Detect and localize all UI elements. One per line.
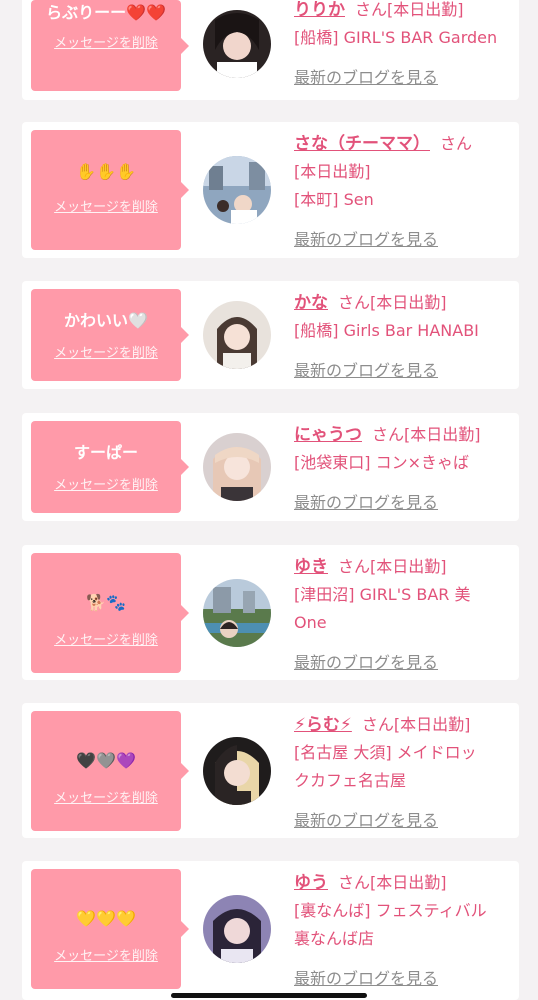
favorite-card: らぶりーー❤️❤️ メッセージを削除 りりか さん[本日出勤] [船橋] GIRL… (22, 0, 519, 100)
message-bubble: すーぱー メッセージを削除 (31, 421, 189, 513)
status-text: [本日出勤] (294, 162, 371, 181)
favorite-card: 💛💛💛 メッセージを削除 ゆう さん[本日出勤] [裏なんば] フェスティバル 裏… (22, 861, 519, 1000)
cast-name-link[interactable]: かな (294, 293, 328, 313)
cast-info: ゆう さん[本日出勤] [裏なんば] フェスティバル 裏なんば店 (294, 869, 516, 953)
cast-info: りりか さん[本日出勤] [船橋] GIRL'S BAR Garden (294, 0, 516, 52)
message-text: すーぱー (73, 443, 138, 462)
shop-text: [船橋] Girls Bar HANABI (294, 321, 479, 340)
latest-blog-link[interactable]: 最新のブログを見る (294, 226, 438, 250)
message-bubble: かわいい🤍 メッセージを削除 (31, 289, 189, 381)
message-text: 🐕🐾 (86, 593, 126, 612)
cast-name-link[interactable]: さな（チーママ） (294, 134, 430, 154)
message-bubble: 🖤🩶💜 メッセージを削除 (31, 711, 189, 831)
home-indicator[interactable] (171, 993, 367, 998)
message-bubble: ✋✋✋ メッセージを削除 (31, 130, 189, 250)
message-text: らぶりーー❤️❤️ (46, 3, 166, 22)
cast-info: にゃうつ さん[本日出勤] [池袋東口] コン×きゃば (294, 421, 516, 477)
cast-name-link[interactable]: にゃうつ (294, 425, 362, 445)
shop-text-cont: 裏なんば店 (294, 929, 375, 948)
message-text: 💛💛💛 (76, 909, 136, 928)
san-suffix: さん (338, 873, 371, 892)
latest-blog-link[interactable]: 最新のブログを見る (294, 489, 438, 513)
san-suffix: さん (361, 715, 394, 734)
delete-message-link[interactable]: メッセージを削除 (31, 32, 181, 51)
latest-blog-link[interactable]: 最新のブログを見る (294, 357, 438, 381)
latest-blog-link[interactable]: 最新のブログを見る (294, 965, 438, 989)
status-text: [本日出勤] (387, 0, 464, 19)
status-text: [本日出勤] (370, 557, 447, 576)
message-text: ✋✋✋ (76, 162, 136, 181)
cast-name-link[interactable]: りりか (294, 0, 345, 20)
shop-text: [名古屋 大須] メイドロッ (294, 743, 477, 762)
shop-text: [池袋東口] コン×きゃば (294, 453, 469, 472)
favorite-card: 🐕🐾 メッセージを削除 ゆき さん[本日出勤] [津田沼] GIRL'S BAR … (22, 545, 519, 680)
cast-info: ⚡らむ⚡ さん[本日出勤] [名古屋 大須] メイドロッ クカフェ名古屋 (294, 711, 516, 795)
san-suffix: さん (440, 134, 473, 153)
shop-text-cont: One (294, 613, 327, 632)
cast-name-link[interactable]: ⚡らむ⚡ (294, 715, 352, 735)
san-suffix: さん (372, 425, 405, 444)
latest-blog-link[interactable]: 最新のブログを見る (294, 807, 438, 831)
avatar[interactable] (203, 737, 271, 805)
delete-message-link[interactable]: メッセージを削除 (31, 787, 181, 806)
delete-message-link[interactable]: メッセージを削除 (31, 629, 181, 648)
avatar[interactable] (203, 10, 271, 78)
favorite-card: かわいい🤍 メッセージを削除 かな さん[本日出勤] [船橋] Girls Bar… (22, 281, 519, 389)
message-text: かわいい🤍 (64, 311, 148, 330)
shop-text-cont: クカフェ名古屋 (294, 771, 407, 790)
latest-blog-link[interactable]: 最新のブログを見る (294, 649, 438, 673)
avatar[interactable] (203, 433, 271, 501)
shop-text: [津田沼] GIRL'S BAR 美 (294, 585, 471, 604)
san-suffix: さん (338, 293, 371, 312)
cast-info: ゆき さん[本日出勤] [津田沼] GIRL'S BAR 美 One (294, 553, 516, 637)
favorite-card: 🖤🩶💜 メッセージを削除 ⚡らむ⚡ さん[本日出勤] [名古屋 大須] メイドロッ… (22, 703, 519, 838)
shop-text: [裏なんば] フェスティバル (294, 901, 487, 920)
avatar[interactable] (203, 579, 271, 647)
status-text: [本日出勤] (393, 715, 471, 734)
favorite-card: ✋✋✋ メッセージを削除 さな（チーママ） さん [本日出勤] [本町] Sen … (22, 122, 519, 258)
latest-blog-link[interactable]: 最新のブログを見る (294, 64, 438, 88)
cast-info: かな さん[本日出勤] [船橋] Girls Bar HANABI (294, 289, 516, 345)
message-text: 🖤🩶💜 (76, 751, 136, 770)
avatar[interactable] (203, 301, 271, 369)
delete-message-link[interactable]: メッセージを削除 (31, 945, 181, 964)
favorite-card: すーぱー メッセージを削除 にゃうつ さん[本日出勤] [池袋東口] コン×きゃば… (22, 413, 519, 521)
status-text: [本日出勤] (370, 293, 447, 312)
status-text: [本日出勤] (370, 873, 447, 892)
delete-message-link[interactable]: メッセージを削除 (31, 342, 181, 361)
san-suffix: さん (355, 0, 388, 19)
san-suffix: さん (338, 557, 371, 576)
message-bubble: 💛💛💛 メッセージを削除 (31, 869, 189, 989)
message-bubble: らぶりーー❤️❤️ メッセージを削除 (31, 0, 189, 91)
status-text: [本日出勤] (404, 425, 481, 444)
shop-text: [船橋] GIRL'S BAR Garden (294, 28, 498, 47)
shop-text: [本町] Sen (294, 190, 374, 209)
message-bubble: 🐕🐾 メッセージを削除 (31, 553, 189, 673)
cast-name-link[interactable]: ゆう (294, 873, 328, 893)
cast-info: さな（チーママ） さん [本日出勤] [本町] Sen (294, 130, 516, 214)
avatar[interactable] (203, 156, 271, 224)
delete-message-link[interactable]: メッセージを削除 (31, 196, 181, 215)
delete-message-link[interactable]: メッセージを削除 (31, 474, 181, 493)
avatar[interactable] (203, 895, 271, 963)
cast-name-link[interactable]: ゆき (294, 557, 328, 577)
